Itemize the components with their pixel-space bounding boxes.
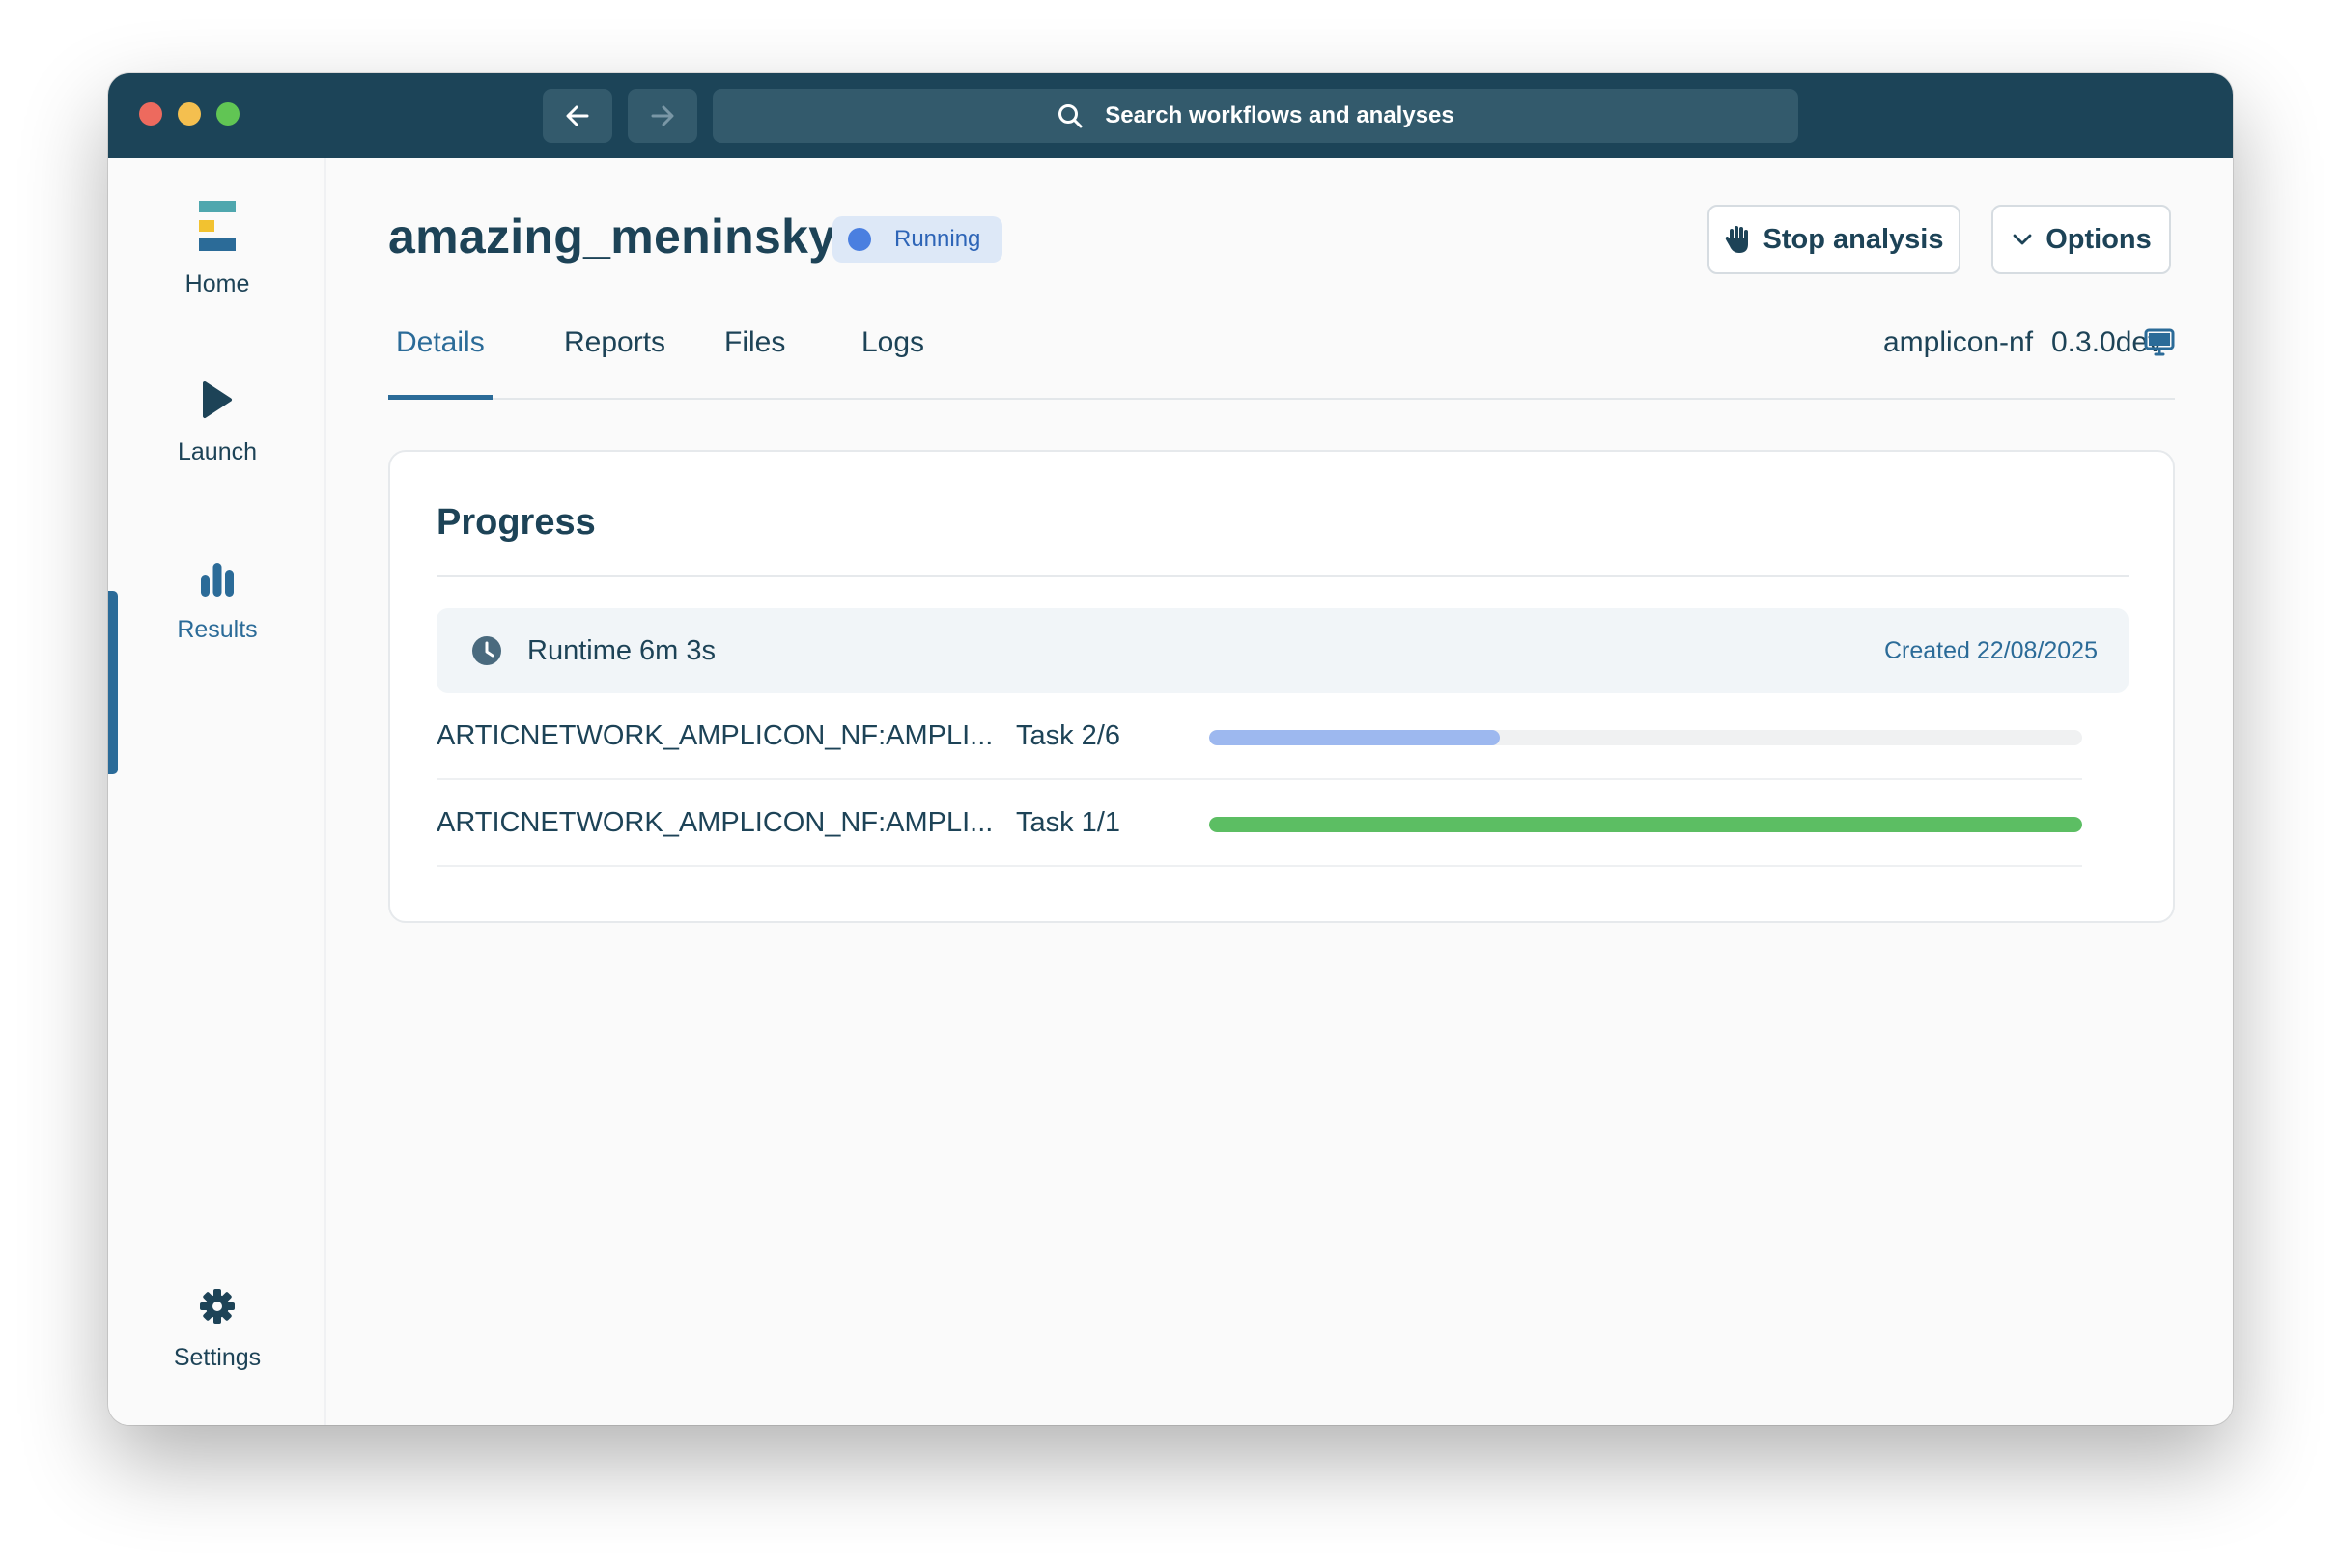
zoom-window-button[interactable] bbox=[216, 102, 240, 126]
tab-reports[interactable]: Reports bbox=[564, 326, 665, 359]
sidebar-item-label: Launch bbox=[177, 438, 258, 465]
tab-bar: Details Reports Files Logs amplicon-nf 0… bbox=[388, 313, 2175, 400]
options-label: Options bbox=[2045, 223, 2152, 255]
app-window: Search workflows and analyses Home Launc… bbox=[108, 73, 2233, 1425]
search-input[interactable]: Search workflows and analyses bbox=[713, 89, 1798, 143]
task-progress-fill bbox=[1209, 817, 2082, 832]
play-icon bbox=[203, 381, 232, 418]
forward-button[interactable] bbox=[628, 89, 697, 143]
divider bbox=[437, 575, 2129, 577]
task-name: ARTICNETWORK_AMPLICON_NF:AMPLI... bbox=[437, 720, 994, 751]
search-icon bbox=[1058, 104, 1083, 128]
monitor-icon[interactable] bbox=[2144, 328, 2175, 357]
page-title: amazing_meninsky bbox=[388, 210, 836, 264]
sidebar-item-settings[interactable]: Settings bbox=[108, 1288, 326, 1372]
sidebar-item-label: Results bbox=[177, 616, 258, 643]
active-tab-indicator bbox=[388, 395, 493, 400]
task-row: ARTICNETWORK_AMPLICON_NF:AMPLI... Task 2… bbox=[437, 693, 2082, 780]
sidebar-item-home[interactable]: Home bbox=[108, 201, 326, 298]
tab-logs[interactable]: Logs bbox=[861, 326, 924, 359]
created-date: Created 22/08/2025 bbox=[1883, 637, 2098, 664]
sidebar-item-launch[interactable]: Launch bbox=[108, 380, 326, 466]
task-name: ARTICNETWORK_AMPLICON_NF:AMPLI... bbox=[437, 807, 994, 838]
arrow-left-icon bbox=[566, 105, 589, 126]
stop-analysis-label: Stop analysis bbox=[1763, 223, 1944, 255]
progress-title: Progress bbox=[437, 502, 596, 543]
task-row: ARTICNETWORK_AMPLICON_NF:AMPLI... Task 1… bbox=[437, 780, 2082, 867]
stop-analysis-button[interactable]: Stop analysis bbox=[1707, 205, 1960, 274]
progress-card: Progress Runtime 6m 3s Created 22/08/202… bbox=[388, 450, 2175, 923]
status-badge: Running bbox=[832, 216, 1002, 263]
close-window-button[interactable] bbox=[139, 102, 162, 126]
app-logo-icon bbox=[199, 201, 236, 251]
bar-chart-icon bbox=[201, 563, 234, 597]
runtime-summary: Runtime 6m 3s Created 22/08/2025 bbox=[437, 608, 2129, 693]
sidebar-item-label: Home bbox=[184, 270, 250, 297]
hand-stop-icon bbox=[1725, 226, 1748, 253]
tab-details[interactable]: Details bbox=[396, 326, 485, 359]
search-placeholder: Search workflows and analyses bbox=[1105, 102, 1454, 128]
minimize-window-button[interactable] bbox=[178, 102, 201, 126]
chevron-down-icon bbox=[2013, 234, 2032, 245]
tab-files[interactable]: Files bbox=[724, 326, 785, 359]
clock-icon bbox=[472, 636, 501, 665]
runtime-label: Runtime 6m 3s bbox=[527, 635, 717, 666]
options-button[interactable]: Options bbox=[1991, 205, 2171, 274]
arrow-right-icon bbox=[651, 105, 674, 126]
gear-icon bbox=[200, 1289, 235, 1324]
sidebar: Home Launch Results Settings bbox=[108, 158, 326, 1425]
workflow-name: amplicon-nf bbox=[1883, 326, 2034, 358]
back-button[interactable] bbox=[543, 89, 612, 143]
task-count: Task 2/6 bbox=[1016, 720, 1120, 751]
status-dot-icon bbox=[848, 228, 871, 251]
status-label: Running bbox=[894, 226, 981, 252]
task-progress-track bbox=[1209, 817, 2082, 832]
title-bar: Search workflows and analyses bbox=[108, 73, 2233, 158]
sidebar-item-results[interactable]: Results bbox=[108, 562, 326, 644]
task-count: Task 1/1 bbox=[1016, 807, 1120, 838]
sidebar-item-label: Settings bbox=[173, 1344, 262, 1371]
sidebar-active-indicator bbox=[108, 591, 118, 774]
task-progress-fill bbox=[1209, 730, 1501, 745]
task-progress-track bbox=[1209, 730, 2082, 745]
main-content: amazing_meninsky Running Stop analysis O… bbox=[326, 158, 2233, 1425]
